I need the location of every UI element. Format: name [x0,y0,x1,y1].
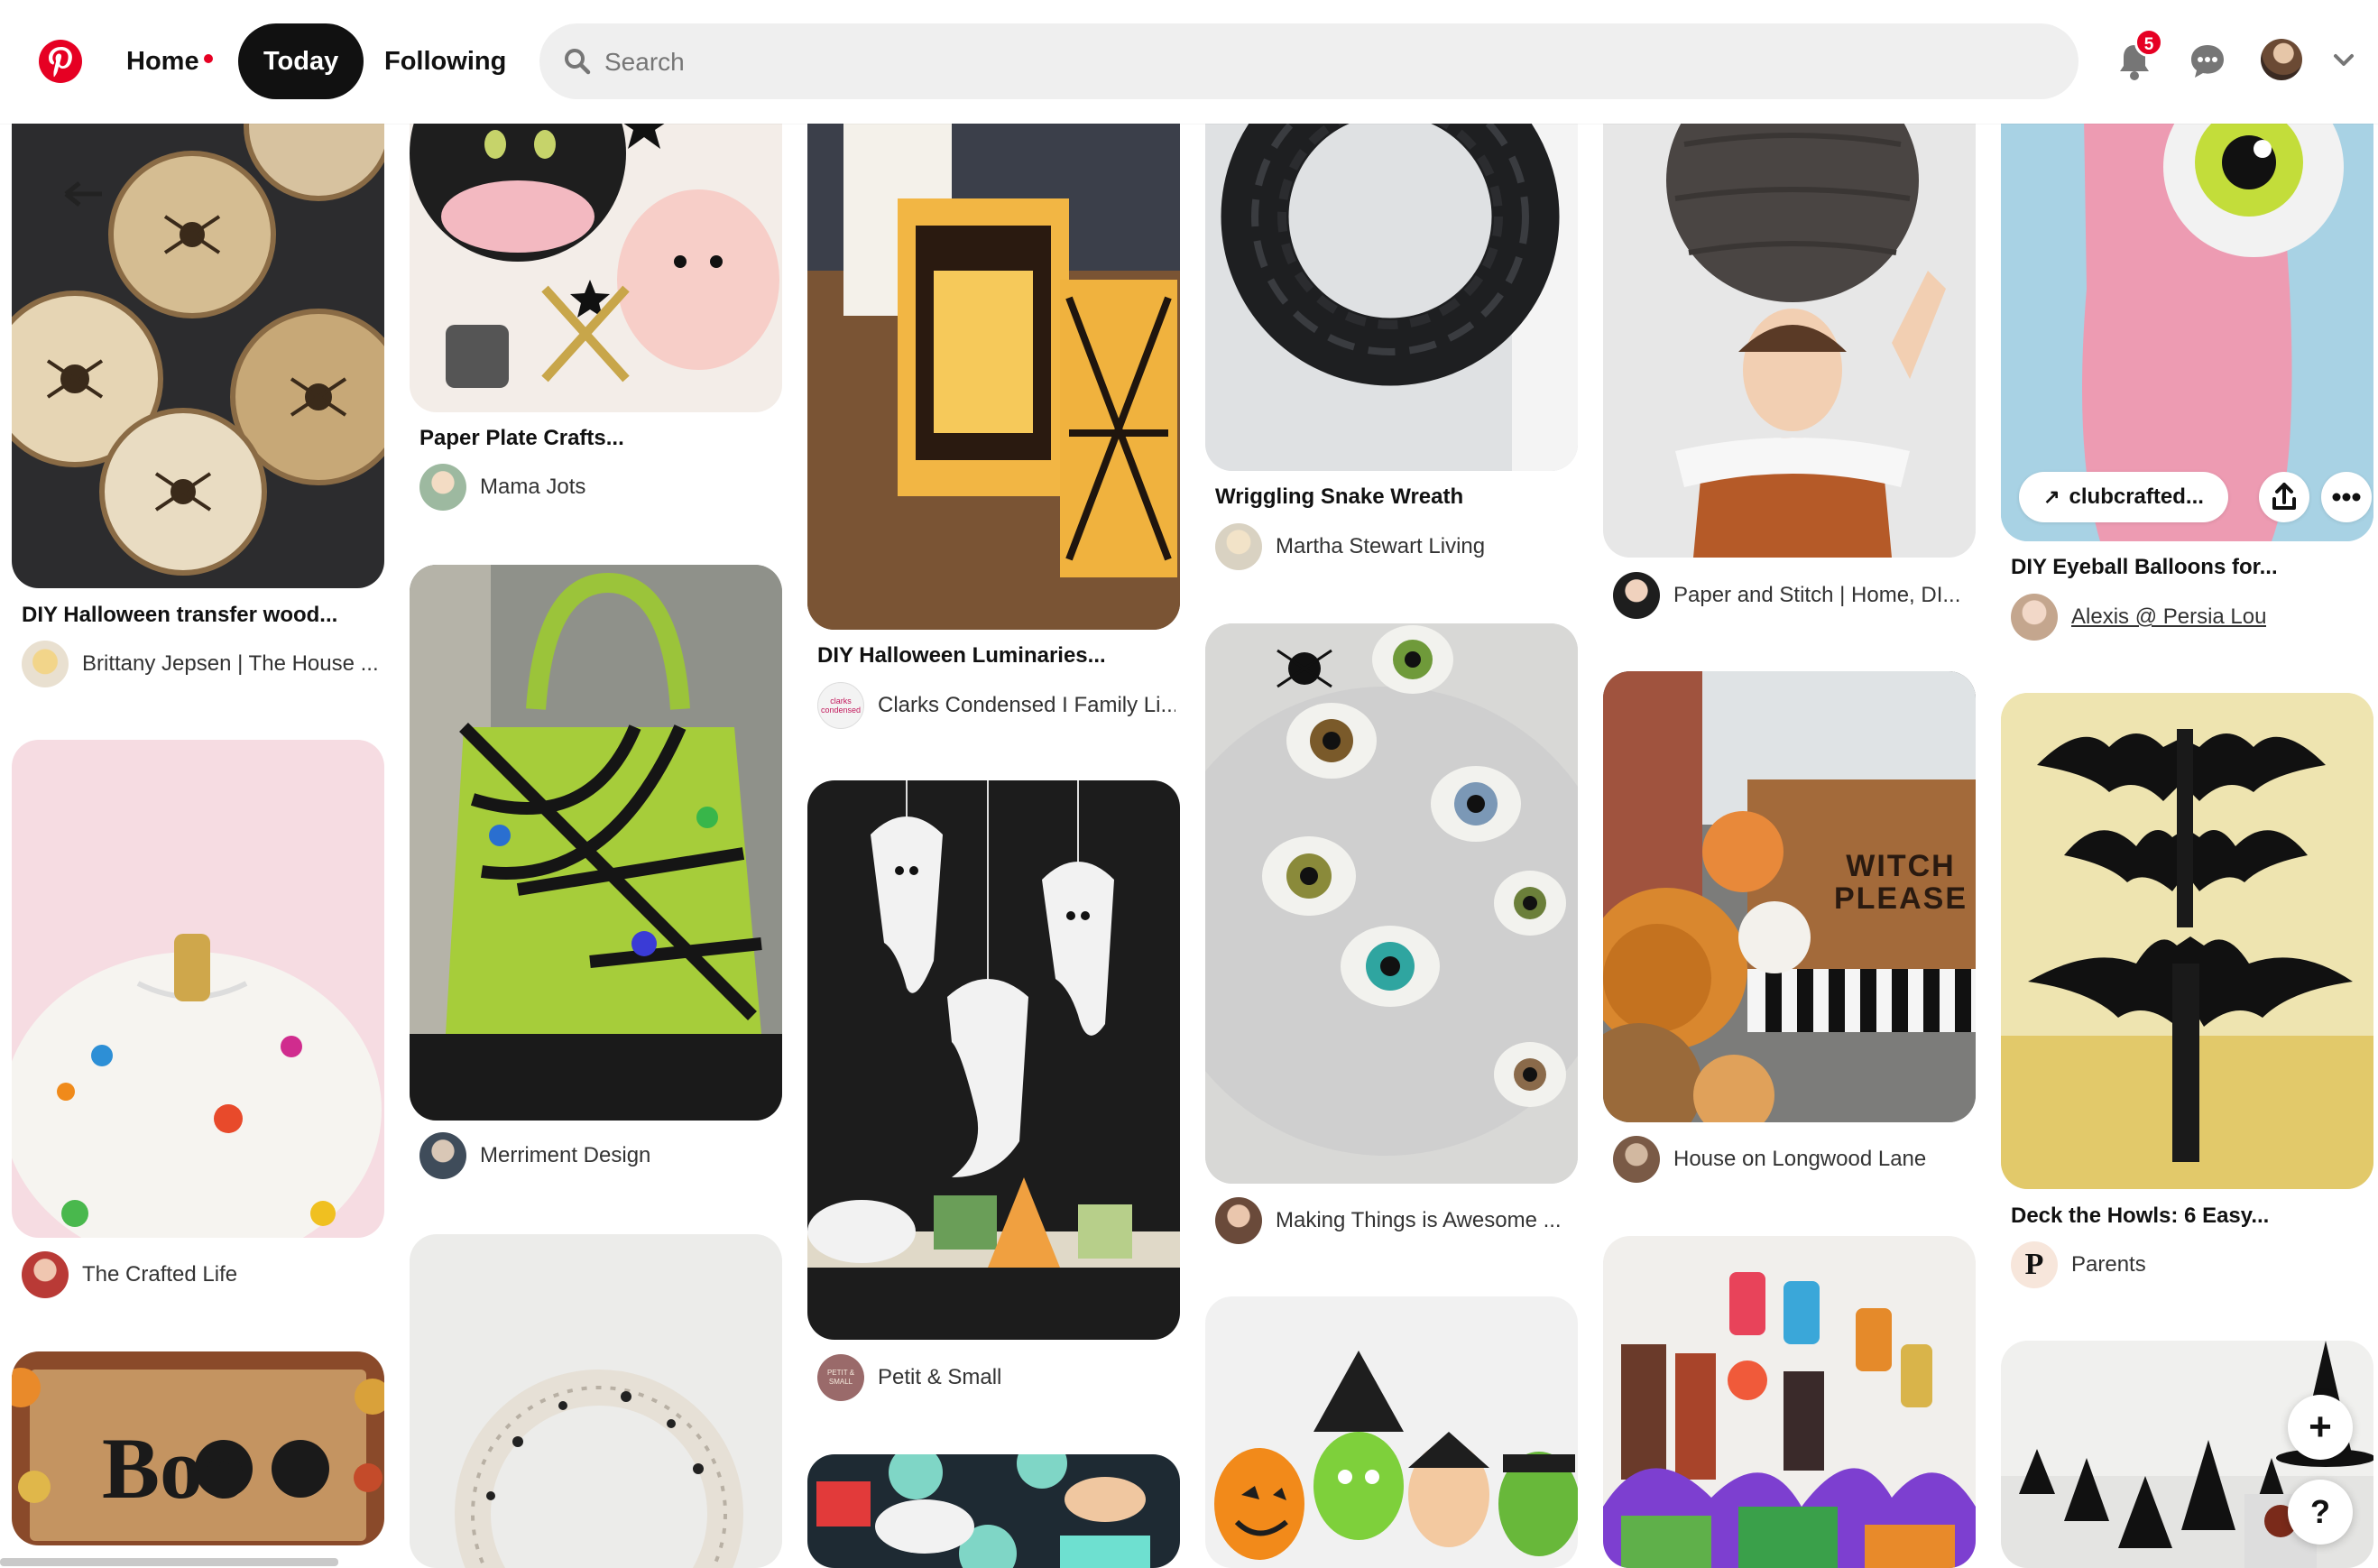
search-bar[interactable] [539,23,2078,101]
pin-author[interactable]: clarks condensed Clarks Condensed I Fami… [817,682,1175,729]
unread-dot-icon [203,54,213,64]
pin-link-label: clubcrafted... [2069,484,2204,509]
search-icon [565,49,591,75]
pin-title[interactable]: Deck the Howls: 6 Easy... [2011,1204,2367,1229]
boo-mat-text: Boo [102,1420,247,1517]
pin-author[interactable]: P Parents [2011,1241,2146,1288]
avatar [419,1132,466,1179]
author-name[interactable]: Paper and Stitch | Home, DI... [1673,583,1960,608]
author-name[interactable]: Petit & Small [878,1365,1001,1390]
author-name[interactable]: Mama Jots [480,475,585,500]
chevron-down-icon[interactable] [2327,43,2360,76]
avatar [2011,594,2058,641]
pin-author[interactable]: House on Longwood Lane [1613,1136,1926,1183]
pin-author[interactable]: Alexis @ Persia Lou [2011,594,2266,641]
user-avatar[interactable] [2261,39,2302,80]
avatar [1215,523,1262,570]
messages-icon[interactable] [2179,32,2236,90]
author-name[interactable]: Making Things is Awesome ... [1276,1208,1562,1233]
add-button[interactable]: + [2288,1395,2353,1460]
plus-icon: + [2309,1405,2332,1449]
witch-mat-text: WITCH PLEASE [1829,850,1973,915]
nav-home-label: Home [126,47,199,76]
avatar [1215,1197,1262,1244]
pin-author[interactable]: Merriment Design [419,1132,650,1179]
pin-grid: DIY Halloween transfer wood... Brittany … [0,0,2378,1568]
author-name[interactable]: Alexis @ Persia Lou [2071,604,2266,630]
avatar: clarks condensed [817,682,864,729]
help-button[interactable]: ? [2288,1480,2353,1545]
author-name[interactable]: House on Longwood Lane [1673,1147,1926,1172]
share-icon [2272,483,2296,510]
pin-title[interactable]: DIY Halloween Luminaries... [817,643,1174,669]
avatar: P [2011,1241,2058,1288]
author-name[interactable]: Parents [2071,1252,2146,1277]
avatar [1613,1136,1660,1183]
author-name[interactable]: Brittany Jepsen | The House ... [82,651,379,677]
pin-title[interactable]: Wriggling Snake Wreath [1215,484,1572,510]
horizontal-scrollbar[interactable] [0,1558,338,1566]
witch-mat-line1: WITCH [1846,849,1956,883]
notification-count-badge: 5 [2134,28,2163,57]
pin-image[interactable] [2001,693,2373,1189]
pin-image[interactable] [1205,1296,1578,1568]
pin-author[interactable]: Brittany Jepsen | The House ... [22,641,379,687]
more-options-button[interactable] [2321,472,2372,522]
avatar: PETIT & SMALL [817,1354,864,1401]
pin-image[interactable] [1205,623,1578,1184]
pin-image[interactable] [807,1454,1180,1568]
avatar [419,464,466,511]
pin-title[interactable]: DIY Eyeball Balloons for... [2011,555,2367,580]
pin-image[interactable] [12,740,384,1238]
author-name[interactable]: The Crafted Life [82,1262,237,1287]
pin-image[interactable]: WITCH PLEASE [1603,671,1976,1122]
pin-author[interactable]: Making Things is Awesome ... [1215,1197,1562,1244]
ellipsis-icon [2332,493,2361,502]
witch-mat-line2: PLEASE [1833,881,1968,916]
pin-image[interactable] [807,780,1180,1340]
share-button[interactable] [2259,472,2309,522]
pin-title[interactable]: Paper Plate Crafts... [419,426,776,451]
pin-author[interactable]: Paper and Stitch | Home, DI... [1613,572,1960,619]
top-navigation-bar: Home Today Following 5 [0,0,2378,124]
pin-image[interactable] [410,1234,782,1568]
pin-image[interactable] [1603,1236,1976,1568]
nav-home[interactable]: Home [101,23,238,99]
pinterest-logo-icon[interactable] [38,39,83,84]
avatar [22,641,69,687]
arrow-up-right-icon: ↗ [2043,485,2060,508]
nav-following[interactable]: Following [359,23,531,99]
pin-title[interactable]: DIY Halloween transfer wood... [22,603,378,628]
nav-today[interactable]: Today [238,23,364,99]
pin-image[interactable] [410,565,782,1121]
avatar [22,1251,69,1298]
avatar [1613,572,1660,619]
pin-author[interactable]: Martha Stewart Living [1215,523,1485,570]
pin-author[interactable]: Mama Jots [419,464,585,511]
pin-image[interactable]: Boo [12,1351,384,1545]
author-name[interactable]: Clarks Condensed I Family Li... [878,693,1175,718]
pin-link-button[interactable]: ↗ clubcrafted... [2019,472,2228,522]
pin-author[interactable]: The Crafted Life [22,1251,237,1298]
search-input[interactable] [603,23,2050,101]
author-name[interactable]: Merriment Design [480,1143,650,1168]
author-name[interactable]: Martha Stewart Living [1276,534,1485,559]
pin-author[interactable]: PETIT & SMALL Petit & Small [817,1354,1001,1401]
question-icon: ? [2310,1493,2330,1530]
